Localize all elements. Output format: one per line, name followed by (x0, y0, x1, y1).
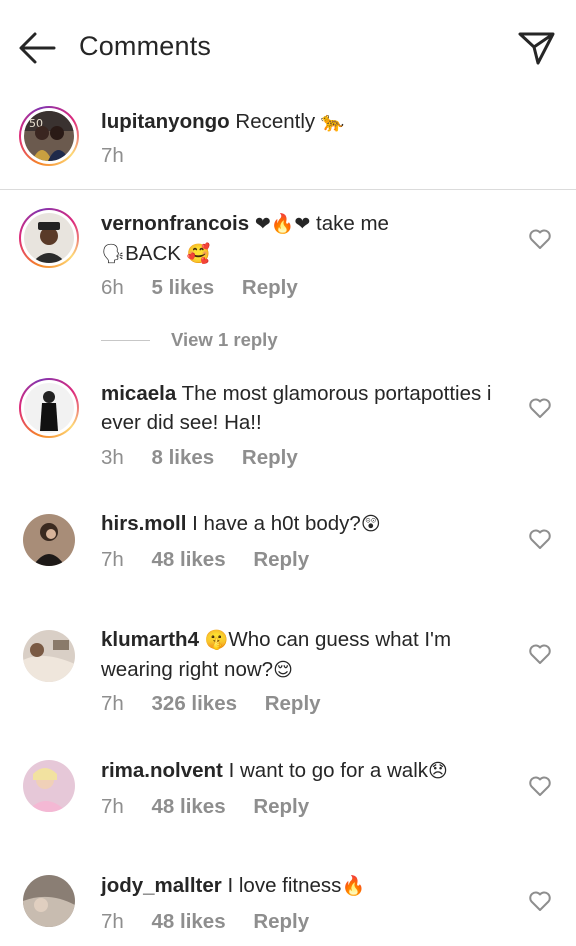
header-bar: Comments (0, 0, 576, 96)
comment-body: I love fitness (227, 874, 342, 897)
likes-count[interactable]: 326 likes (152, 692, 238, 715)
comment-body: take me (310, 212, 389, 235)
heart-icon[interactable] (528, 528, 552, 550)
caption-body: Recently (235, 110, 316, 133)
heart-fire-emoji: ❤🔥❤ (254, 213, 311, 235)
reply-button[interactable]: Reply (253, 910, 309, 933)
fire-emoji: 🔥 (341, 875, 366, 897)
reply-button[interactable]: Reply (265, 692, 321, 715)
username[interactable]: rima.nolvent (101, 759, 223, 782)
view-replies-label: View 1 reply (171, 329, 278, 350)
timestamp: 6h (101, 276, 124, 299)
back-button[interactable] (18, 30, 58, 66)
arrow-left-icon (19, 32, 56, 64)
likes-count[interactable]: 8 likes (152, 446, 215, 469)
comment-text: klumarth4 🤫Who can guess what I'm wearin… (101, 625, 511, 685)
paper-plane-icon (518, 32, 555, 65)
share-button[interactable] (516, 30, 556, 66)
relieved-emoji: 😌 (273, 659, 293, 681)
comment-text: hirs.moll I have a h0t body?😲 (101, 509, 511, 539)
comment-meta: 7h 48 likes Reply (101, 910, 331, 934)
caption-text: lupitanyongo Recently 🐆 (101, 107, 511, 137)
disappointed-emoji: 😞 (428, 760, 448, 782)
avatar[interactable] (23, 514, 75, 566)
timestamp: 7h (101, 144, 124, 167)
view-replies-link[interactable]: View 1 reply (101, 328, 278, 352)
username[interactable]: vernonfrancois (101, 212, 249, 235)
heart-icon[interactable] (528, 397, 552, 419)
avatar: 50 (24, 111, 74, 161)
comment-meta: 7h 48 likes Reply (101, 548, 331, 572)
story-ring[interactable] (19, 378, 79, 438)
reply-button[interactable]: Reply (242, 446, 298, 469)
leopard-emoji: 🐆 (320, 111, 345, 133)
timestamp: 7h (101, 548, 124, 571)
comment-meta: 7h 326 likes Reply (101, 692, 343, 716)
comment-text: micaela The most glamorous portapotties … (101, 379, 511, 437)
timestamp: 7h (101, 692, 124, 715)
comment-text: jody_mallter I love fitness🔥 (101, 871, 511, 901)
heart-icon[interactable] (528, 228, 552, 250)
reply-button[interactable]: Reply (253, 548, 309, 571)
comment-text: vernonfrancois ❤🔥❤ take me 🗣BACK 🥰 (101, 209, 511, 269)
post-caption: 50 lupitanyongo Recently 🐆 7h (0, 96, 576, 190)
username[interactable]: jody_mallter (101, 874, 222, 897)
timestamp: 7h (101, 910, 124, 933)
avatar (24, 213, 74, 263)
reply-button[interactable]: Reply (242, 276, 298, 299)
caption-meta: 7h (101, 144, 146, 168)
surprised-emoji: 😲 (360, 513, 381, 535)
comment-body: I have a h0t body? (192, 512, 361, 535)
replies-line (101, 339, 150, 341)
heart-icon[interactable] (528, 890, 552, 912)
comment-meta: 3h 8 likes Reply (101, 446, 320, 470)
story-ring[interactable] (19, 208, 79, 268)
timestamp: 3h (101, 446, 124, 469)
comment-text: rima.nolvent I want to go for a walk😞 (101, 756, 511, 786)
avatar[interactable] (23, 875, 75, 927)
comment-meta: 6h 5 likes Reply (101, 276, 320, 300)
likes-count[interactable]: 5 likes (152, 276, 215, 299)
username[interactable]: micaela (101, 382, 176, 405)
shushing-emoji: 🤫 (204, 629, 229, 651)
username[interactable]: hirs.moll (101, 512, 186, 535)
comment-meta: 7h 48 likes Reply (101, 795, 331, 819)
divider (0, 189, 576, 190)
comment-body: I want to go for a walk (228, 759, 428, 782)
avatar[interactable] (23, 630, 75, 682)
smiling-hearts-emoji: 🥰 (186, 243, 211, 265)
username[interactable]: klumarth4 (101, 628, 199, 651)
reply-button[interactable]: Reply (253, 795, 309, 818)
timestamp: 7h (101, 795, 124, 818)
avatar[interactable] (23, 760, 75, 812)
username[interactable]: lupitanyongo (101, 110, 230, 133)
heart-icon[interactable] (528, 643, 552, 665)
avatar (24, 383, 74, 433)
story-ring[interactable]: 50 (19, 106, 79, 166)
heart-icon[interactable] (528, 775, 552, 797)
likes-count[interactable]: 48 likes (152, 548, 226, 571)
comment-body: BACK (125, 242, 187, 265)
page-title: Comments (79, 31, 212, 61)
likes-count[interactable]: 48 likes (152, 795, 226, 818)
speaking-head-emoji: 🗣 (101, 243, 126, 265)
likes-count[interactable]: 48 likes (152, 910, 226, 933)
